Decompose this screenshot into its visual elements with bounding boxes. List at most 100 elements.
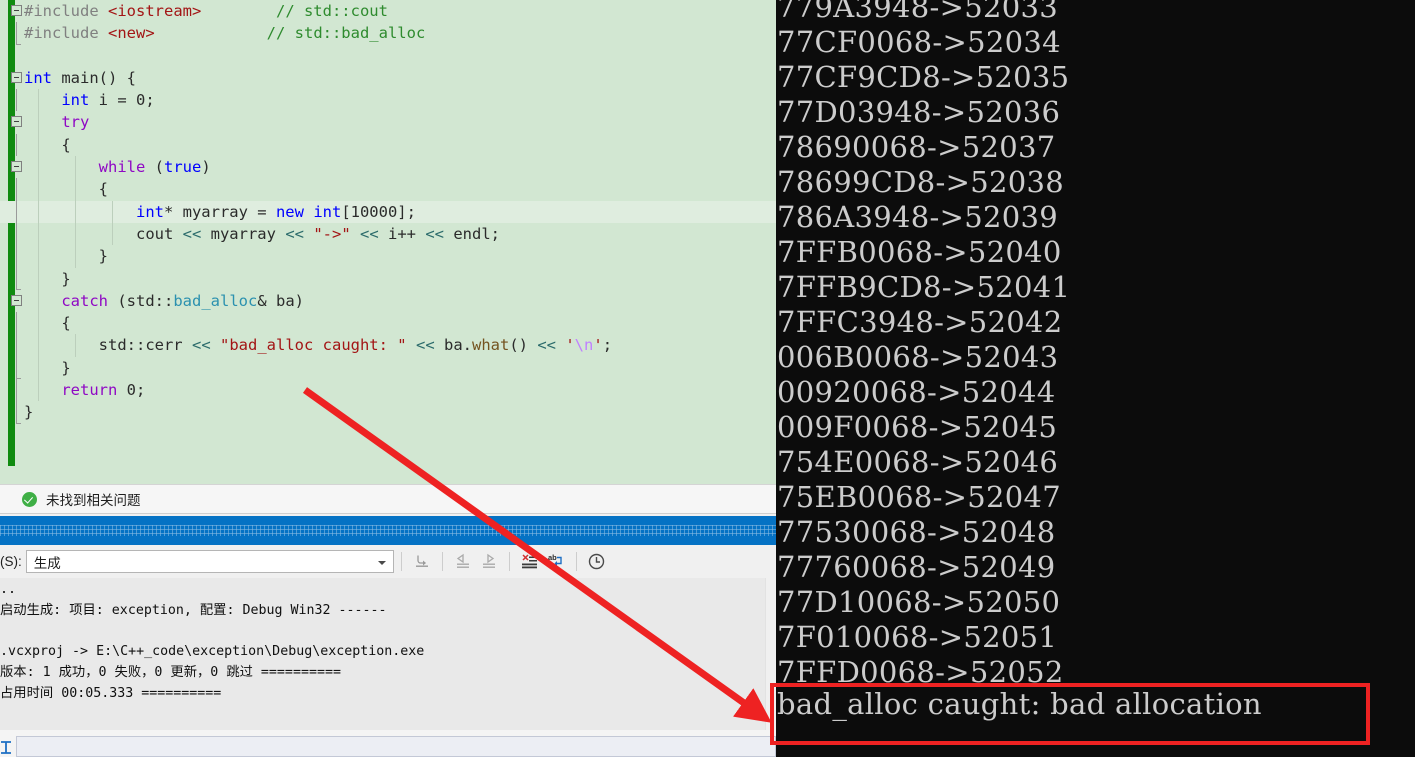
fold-toggle-icon[interactable] bbox=[11, 5, 22, 16]
code-line-text: int i = 0; bbox=[61, 91, 155, 110]
issue-message: 未找到相关问题 bbox=[46, 493, 141, 508]
code-line[interactable]: { bbox=[0, 178, 776, 201]
program-console-window[interactable]: 779A3948->52033 77CF0068->52034 77CF9CD8->… bbox=[776, 0, 1415, 757]
code-line[interactable]: int i = 0; bbox=[0, 89, 776, 112]
code-line[interactable]: int* myarray = new int[10000]; bbox=[0, 200, 776, 223]
outline-guide bbox=[16, 334, 17, 357]
drag-grip bbox=[0, 525, 776, 536]
code-line-text: std::cerr << "bad_alloc caught: " << ba.… bbox=[24, 336, 613, 355]
code-line[interactable]: catch (std::bad_alloc& ba) bbox=[0, 289, 776, 313]
show-timestamps-icon[interactable] bbox=[584, 549, 610, 574]
code-line[interactable]: return 0; bbox=[0, 379, 776, 402]
toolbar-divider bbox=[575, 552, 577, 571]
output-line: 版本: 1 成功，0 失败，0 更新，0 跳过 ========== bbox=[0, 665, 341, 681]
outline-guide bbox=[16, 178, 17, 201]
console-line: 77D10068->52050 bbox=[777, 585, 1061, 619]
console-line: 77530068->52048 bbox=[777, 515, 1056, 549]
output-source-select[interactable]: 生成 bbox=[25, 550, 394, 573]
code-line-text: #include <new> // std::bad_alloc bbox=[24, 24, 426, 43]
console-line: 009F0068->52045 bbox=[777, 410, 1058, 444]
svg-text:c: c bbox=[548, 560, 552, 569]
code-line-text: #include <iostream> // std::cout bbox=[24, 2, 388, 20]
console-line: 779A3948->52033 bbox=[777, 0, 1058, 24]
output-pane-title-bar[interactable] bbox=[0, 516, 776, 545]
outline-guide bbox=[16, 267, 21, 291]
screenshot-root: #include <iostream> // std::cout#include… bbox=[0, 0, 1415, 757]
indent-guide bbox=[38, 289, 39, 313]
code-line[interactable]: try bbox=[0, 111, 776, 134]
outline-guide bbox=[16, 379, 17, 402]
visual-studio-window: #include <iostream> // std::cout#include… bbox=[0, 0, 776, 757]
indent-guide bbox=[75, 334, 76, 357]
bottom-strip bbox=[0, 730, 776, 757]
code-line[interactable]: } bbox=[0, 245, 776, 268]
indent-guide bbox=[112, 222, 113, 246]
code-line[interactable]: { bbox=[0, 133, 776, 157]
console-line: 006B0068->52043 bbox=[777, 340, 1059, 374]
output-text[interactable]: .. 启动生成: 项目: exception, 配置: Debug Win32 -… bbox=[0, 578, 776, 730]
indent-guide bbox=[38, 334, 39, 357]
status-input-box[interactable] bbox=[16, 736, 776, 757]
code-lines[interactable]: #include <iostream> // std::cout#include… bbox=[0, 0, 776, 484]
indent-guide bbox=[38, 200, 39, 223]
indent-guide bbox=[38, 133, 39, 157]
fold-toggle-icon[interactable] bbox=[11, 116, 22, 128]
output-source-label: (S): bbox=[0, 554, 22, 569]
go-to-message-icon[interactable] bbox=[409, 549, 435, 574]
code-line[interactable]: { bbox=[0, 312, 776, 335]
console-line: 75EB0068->52047 bbox=[777, 480, 1062, 514]
indent-guide bbox=[38, 312, 39, 335]
code-line[interactable]: } bbox=[0, 401, 776, 424]
outline-guide bbox=[16, 89, 17, 112]
code-line-text: } bbox=[24, 358, 71, 377]
code-line-text: while (true) bbox=[98, 158, 211, 177]
output-toolbar[interactable]: (S): 生成 ab c bbox=[0, 545, 776, 578]
code-line[interactable]: } bbox=[0, 267, 776, 291]
chevron-down-icon bbox=[377, 561, 386, 565]
pin-icon[interactable] bbox=[0, 738, 14, 756]
code-line-text: try bbox=[61, 113, 90, 132]
toggle-word-wrap-icon[interactable]: ab c bbox=[543, 549, 569, 574]
code-line-text: int main() { bbox=[24, 68, 136, 87]
code-line[interactable]: cout << myarray << "->" << i++ << endl; bbox=[0, 222, 776, 246]
indent-guide bbox=[75, 200, 76, 223]
toolbar-divider bbox=[508, 552, 510, 571]
console-output-lines: 779A3948->52033 77CF0068->52034 77CF9CD8->… bbox=[777, 0, 1415, 690]
console-line: 78699CD8->52038 bbox=[777, 165, 1064, 199]
fold-toggle-icon[interactable] bbox=[11, 161, 22, 173]
code-line[interactable]: #include <new> // std::bad_alloc bbox=[0, 22, 776, 45]
output-line: 占用时间 00:05.333 ========== bbox=[0, 685, 222, 701]
clear-all-icon[interactable] bbox=[517, 549, 543, 574]
indent-guide bbox=[75, 156, 76, 179]
console-line: 77760068->52049 bbox=[777, 550, 1056, 584]
indent-guide bbox=[38, 222, 39, 246]
fold-toggle-icon[interactable] bbox=[11, 294, 22, 306]
issue-status-strip: 未找到相关问题 bbox=[0, 484, 776, 514]
code-line[interactable]: while (true) bbox=[0, 156, 776, 179]
code-line-text: int* myarray = new int[10000]; bbox=[135, 202, 416, 221]
code-line[interactable]: #include <iostream> // std::cout bbox=[0, 0, 776, 22]
console-line: 7FFC3948->52042 bbox=[777, 305, 1063, 339]
console-line: 7FFB9CD8->52041 bbox=[777, 270, 1071, 304]
code-line[interactable]: std::cerr << "bad_alloc caught: " << ba.… bbox=[0, 334, 776, 357]
indent-guide bbox=[75, 222, 76, 246]
outline-guide bbox=[16, 245, 17, 268]
code-line[interactable]: int main() { bbox=[0, 67, 776, 89]
code-editor[interactable]: #include <iostream> // std::cout#include… bbox=[0, 0, 776, 484]
console-line: 77CF0068->52034 bbox=[777, 25, 1061, 59]
red-highlight-box bbox=[770, 683, 1370, 745]
indent-guide bbox=[38, 379, 39, 402]
code-line[interactable]: } bbox=[0, 356, 776, 380]
console-line: 7F010068->52051 bbox=[777, 620, 1058, 654]
code-line[interactable] bbox=[0, 45, 776, 67]
console-line: 7FFB0068->52040 bbox=[777, 235, 1062, 269]
fold-toggle-icon[interactable] bbox=[11, 71, 22, 83]
toolbar-divider bbox=[400, 552, 402, 571]
code-line-text: } bbox=[24, 247, 108, 266]
go-to-next-message-icon[interactable] bbox=[476, 549, 502, 574]
indent-guide bbox=[75, 245, 76, 268]
indent-guide bbox=[38, 156, 39, 179]
indent-guide bbox=[38, 245, 39, 268]
go-to-previous-message-icon[interactable] bbox=[450, 549, 476, 574]
